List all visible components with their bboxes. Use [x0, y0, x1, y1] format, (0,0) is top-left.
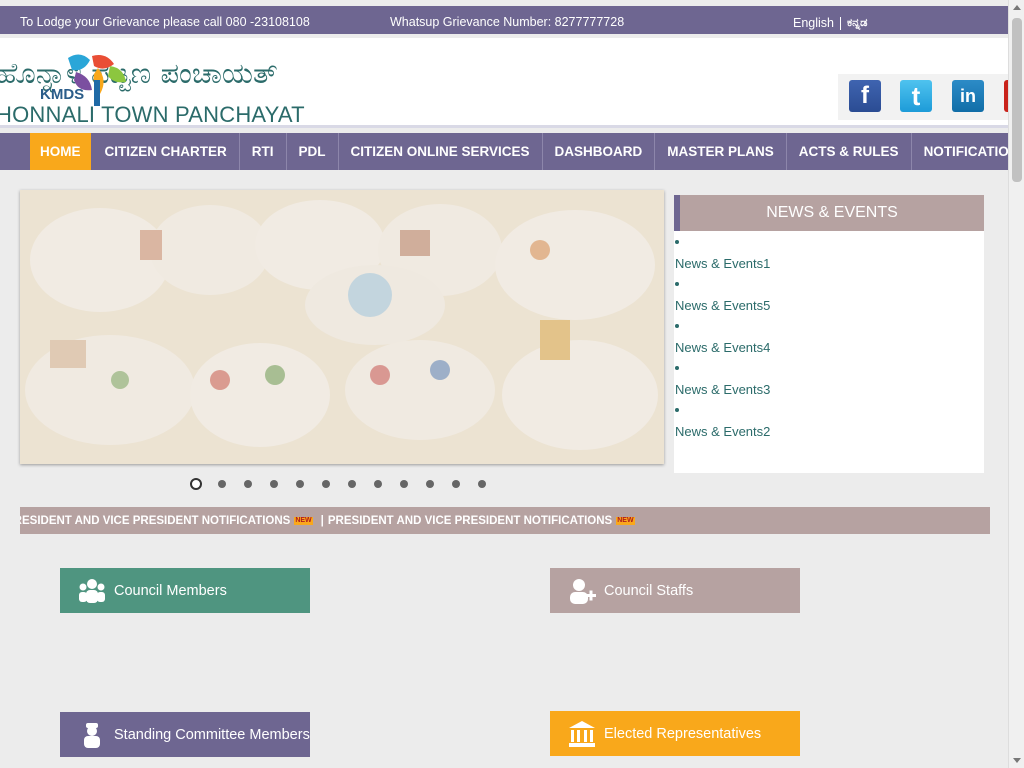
slider-dot[interactable] [348, 480, 356, 488]
new-badge-icon: NEW [616, 516, 635, 525]
list-item: News & Events3 [674, 362, 984, 404]
standing-committee-button[interactable]: Standing Committee Members [60, 712, 310, 757]
marquee-separator: | [320, 514, 324, 527]
new-badge-icon: NEW [294, 516, 313, 525]
council-staffs-button[interactable]: Council Staffs [550, 568, 800, 613]
marquee-link[interactable]: PRESIDENT AND VICE PRESIDENT NOTIFICATIO… [20, 515, 290, 527]
slider-dot[interactable] [478, 480, 486, 488]
facebook-glyph: f [861, 82, 869, 109]
site-header: ಹೊನ್ನಾಳಿ ಪಟ್ಟಣ ಪಂಚಾಯತ್ KMDS HONNALI TOWN… [0, 38, 1012, 128]
nav-item-rti[interactable]: RTI [238, 133, 286, 170]
slider-dot[interactable] [400, 480, 408, 488]
linkedin-glyph: in [960, 86, 976, 106]
news-events-panel: NEWS & EVENTS News & Events1 News & Even… [674, 195, 984, 473]
marquee-track: PRESIDENT AND VICE PRESIDENT NOTIFICATIO… [20, 507, 639, 534]
elected-representatives-button[interactable]: Elected Representatives [550, 711, 800, 756]
nav-item-master-plans[interactable]: MASTER PLANS [654, 133, 786, 170]
notifications-marquee: PRESIDENT AND VICE PRESIDENT NOTIFICATIO… [20, 507, 990, 534]
government-building-icon [569, 720, 595, 747]
person-icon [84, 722, 100, 748]
news-list: News & Events1 News & Events5 News & Eve… [674, 231, 984, 446]
list-item: News & Events4 [674, 320, 984, 362]
language-switcher: English ಕನ್ನಡ [793, 16, 867, 30]
nav-item-home[interactable]: HOME [30, 133, 91, 170]
slider-dot[interactable] [322, 480, 330, 488]
scrollbar-thumb[interactable] [1012, 18, 1022, 182]
slider-dot[interactable] [374, 480, 382, 488]
bullet-icon [675, 240, 679, 244]
whatsapp-grievance-text: Whatsup Grievance Number: 8277777728 [390, 15, 625, 29]
news-link[interactable]: News & Events4 [675, 340, 770, 355]
grievance-call-text: To Lodge your Grievance please call 080 … [20, 15, 310, 29]
standing-committee-label: Standing Committee Members [114, 726, 310, 743]
marquee-link[interactable]: PRESIDENT AND VICE PRESIDENT NOTIFICATIO… [328, 515, 612, 527]
council-members-label: Council Members [114, 582, 227, 599]
scroll-up-icon[interactable] [1013, 5, 1021, 10]
slider-dot[interactable] [270, 480, 278, 488]
elected-representatives-label: Elected Representatives [604, 725, 762, 742]
twitter-glyph: t [911, 81, 921, 111]
lang-english-link[interactable]: English [793, 16, 834, 30]
twitter-icon[interactable]: t [900, 80, 932, 112]
slide-illustration [20, 190, 664, 464]
council-staffs-label: Council Staffs [604, 582, 694, 599]
social-links: f t in [838, 74, 1012, 120]
slider-dot[interactable] [190, 478, 202, 490]
lang-kannada-link[interactable]: ಕನ್ನಡ [847, 17, 867, 30]
image-slider[interactable] [20, 190, 664, 464]
slider-dots [190, 478, 504, 490]
slider-dot[interactable] [244, 480, 252, 488]
slider-dot[interactable] [452, 480, 460, 488]
nav-item-notifications[interactable]: NOTIFICATIONS [910, 133, 1024, 170]
news-link[interactable]: News & Events1 [675, 256, 770, 271]
news-link[interactable]: News & Events5 [675, 298, 770, 313]
bullet-icon [675, 282, 679, 286]
council-members-button[interactable]: Council Members [60, 568, 310, 613]
list-item: News & Events2 [674, 404, 984, 446]
bullet-icon [675, 366, 679, 370]
slider-dot[interactable] [426, 480, 434, 488]
nav-item-dashboard[interactable]: DASHBOARD [541, 133, 655, 170]
slider-dot[interactable] [218, 480, 226, 488]
nav-item-pdl[interactable]: PDL [285, 133, 338, 170]
facebook-icon[interactable]: f [849, 80, 881, 112]
main-nav: HOME CITIZEN CHARTER RTI PDL CITIZEN ONL… [0, 133, 1024, 170]
list-item: News & Events1 [674, 236, 984, 278]
page-scrollbar[interactable] [1008, 0, 1024, 768]
slider-dot[interactable] [296, 480, 304, 488]
bullet-icon [675, 408, 679, 412]
nav-item-acts-rules[interactable]: ACTS & RULES [785, 133, 911, 170]
linkedin-icon[interactable]: in [952, 80, 984, 112]
nav-item-citizen-charter[interactable]: CITIZEN CHARTER [93, 133, 239, 170]
bullet-icon [675, 324, 679, 328]
news-events-heading: NEWS & EVENTS [674, 195, 984, 231]
logo-text: KMDS [40, 86, 85, 103]
list-item: News & Events5 [674, 278, 984, 320]
scroll-down-icon[interactable] [1013, 758, 1021, 763]
top-info-bar: To Lodge your Grievance please call 080 … [0, 6, 1008, 34]
nav-item-citizen-online-services[interactable]: CITIZEN ONLINE SERVICES [337, 133, 542, 170]
lang-separator [840, 16, 841, 30]
add-user-icon [570, 578, 596, 604]
people-group-icon [79, 578, 105, 603]
news-link[interactable]: News & Events2 [675, 424, 770, 439]
news-link[interactable]: News & Events3 [675, 382, 770, 397]
site-title-english: HONNALI TOWN PANCHAYAT [0, 102, 305, 127]
